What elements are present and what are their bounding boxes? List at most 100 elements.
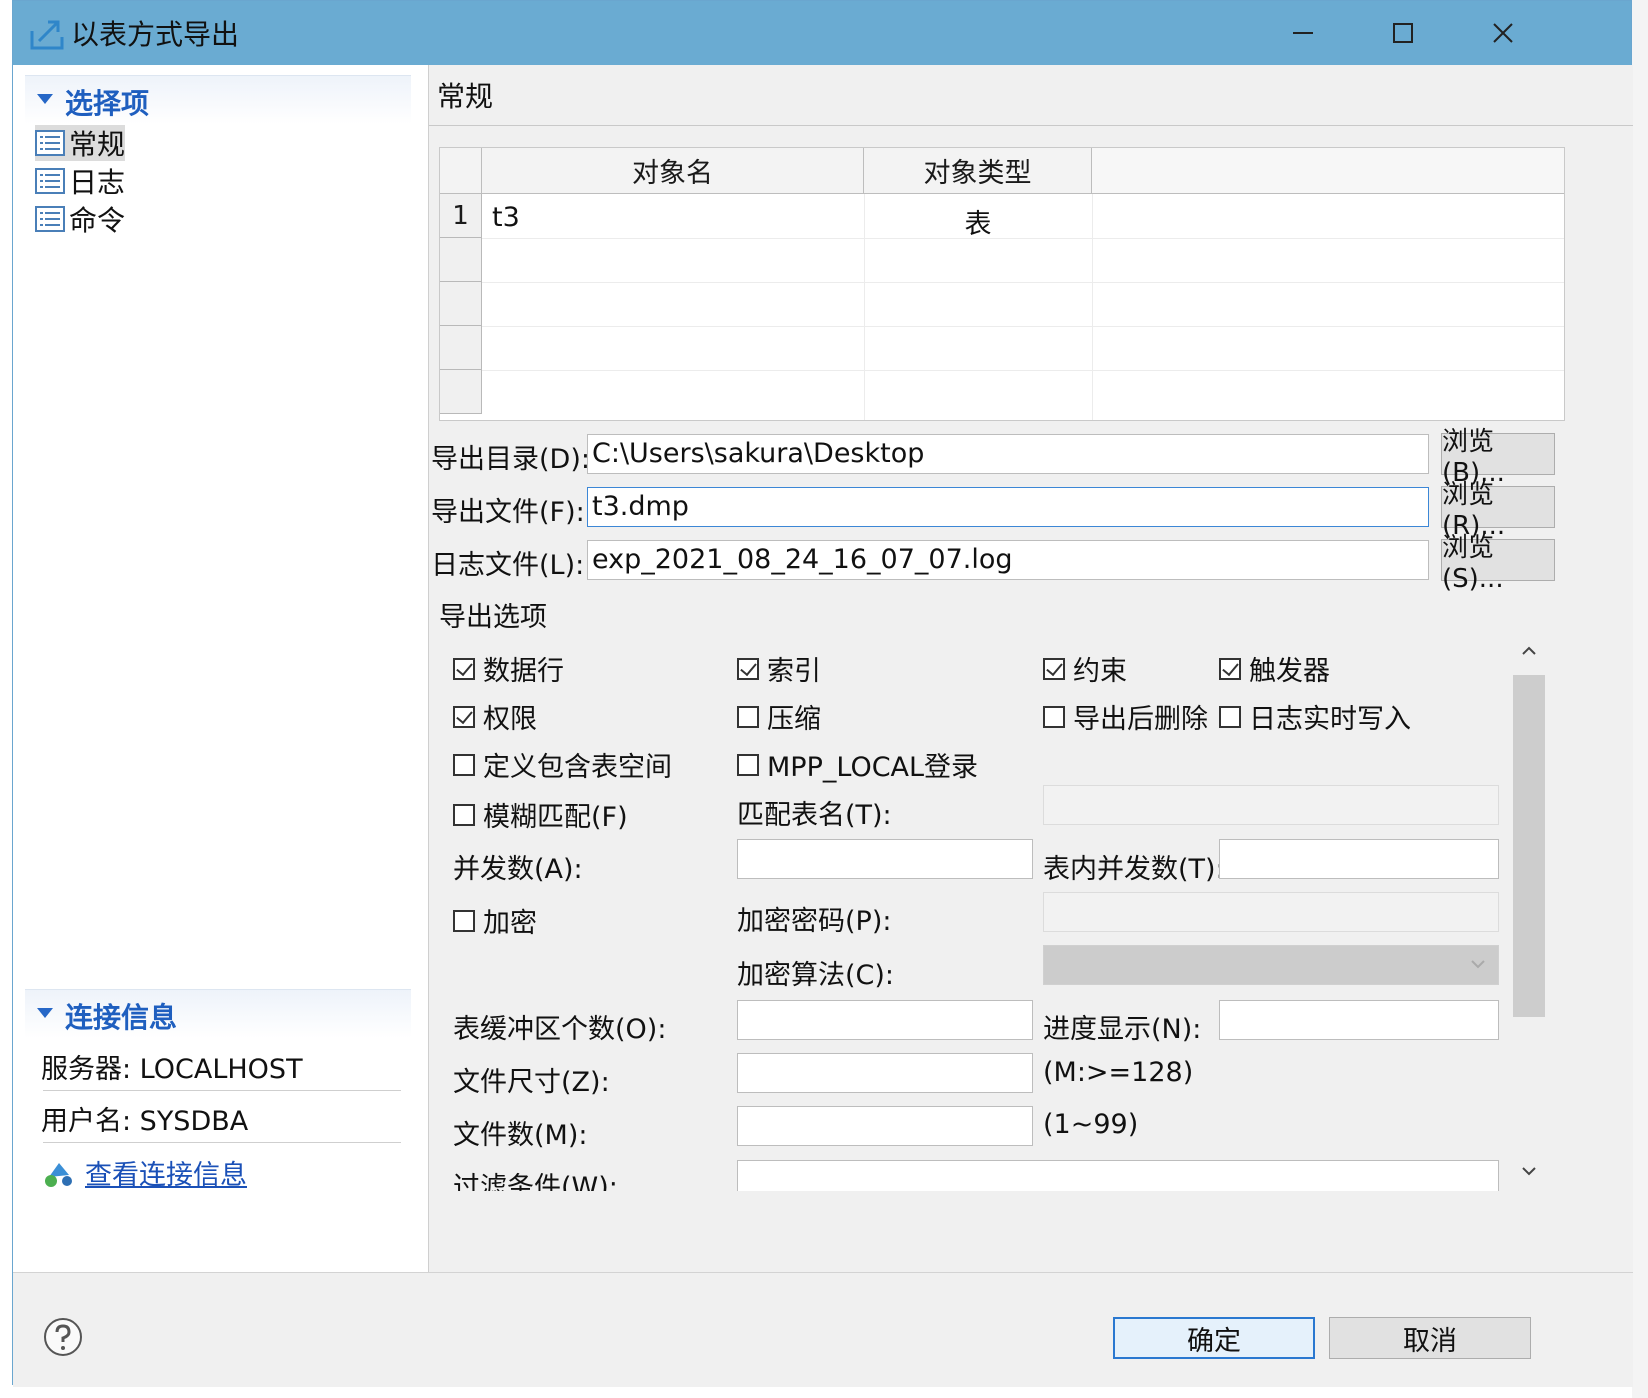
column-header-object-name[interactable]: 对象名 — [482, 148, 864, 194]
export-options-group-label: 导出选项 — [439, 602, 547, 633]
left-pane: 选择项 常规 日志 命令 连接信息 服务器: LOCALHOST 用户名: SY… — [13, 65, 429, 1272]
column-header-empty — [1092, 148, 1564, 194]
collapse-arrow-icon — [37, 1008, 53, 1018]
view-connection-link-text: 查看连接信息 — [85, 1160, 247, 1191]
filter-label: 过滤条件(W): — [453, 1172, 618, 1191]
encrypt-password-input[interactable] — [1043, 892, 1499, 932]
row-number[interactable]: 1 — [440, 194, 482, 238]
user-info: 用户名: SYSDBA — [41, 1106, 249, 1137]
connection-section-title: 连接信息 — [65, 1001, 178, 1034]
row-number[interactable] — [440, 326, 482, 370]
parallel-input[interactable] — [737, 839, 1033, 879]
window-title: 以表方式导出 — [71, 18, 240, 51]
maximize-icon — [1393, 23, 1413, 43]
checkbox-label: 定义包含表空间 — [483, 752, 672, 783]
checkbox-delete-after-export[interactable]: 导出后删除 — [1043, 697, 1208, 736]
nav-item-log[interactable]: 日志 — [35, 163, 125, 199]
encrypt-algorithm-label: 加密算法(C): — [737, 960, 895, 991]
progress-input[interactable] — [1219, 1000, 1499, 1040]
export-icon — [30, 20, 64, 50]
maximize-button[interactable] — [1353, 1, 1453, 65]
export-file-input[interactable]: t3.dmp — [587, 487, 1429, 527]
browse-file-button[interactable]: 浏览(R)... — [1441, 480, 1555, 541]
title-bar[interactable]: 以表方式导出 — [13, 1, 1631, 65]
grid-corner — [440, 148, 482, 194]
checkbox-trigger[interactable]: 触发器 — [1219, 649, 1330, 688]
encrypt-password-label: 加密密码(P): — [737, 906, 892, 937]
nav-item-label: 常规 — [69, 128, 126, 161]
chevron-down-icon — [1471, 960, 1485, 969]
file-count-input[interactable] — [737, 1106, 1033, 1146]
cancel-button[interactable]: 取消 — [1329, 1317, 1531, 1359]
nav-item-label: 命令 — [69, 204, 126, 237]
checkbox-include-tablespace[interactable]: 定义包含表空间 — [453, 745, 672, 784]
checkbox-unchecked-icon — [1219, 705, 1241, 728]
checkbox-data-rows[interactable]: 数据行 — [453, 649, 564, 688]
checkbox-checked-icon — [1219, 657, 1241, 680]
connection-icon — [45, 1162, 72, 1187]
table-cell-object-name[interactable]: t3 — [492, 202, 520, 233]
nav-item-general[interactable]: 常规 — [35, 125, 126, 161]
checkbox-label: 数据行 — [483, 656, 564, 687]
checkbox-label: 约束 — [1073, 656, 1127, 687]
buffer-count-input[interactable] — [737, 1000, 1033, 1040]
table-cell-object-type[interactable]: 表 — [864, 202, 1092, 241]
browse-log-button[interactable]: 浏览(S)... — [1441, 533, 1555, 594]
background-right-area — [1632, 0, 1648, 1398]
object-grid[interactable]: 对象名 对象类型 1 t3 表 — [439, 147, 1565, 421]
checkbox-compress[interactable]: 压缩 — [737, 697, 821, 736]
match-table-input[interactable] — [1043, 785, 1499, 825]
column-header-label: 对象类型 — [923, 158, 1032, 189]
options-scrollbar[interactable] — [1511, 635, 1547, 1191]
checkbox-unchecked-icon — [453, 753, 475, 776]
checkbox-checked-icon — [453, 705, 475, 728]
options-section-header[interactable]: 选择项 — [25, 75, 411, 124]
checkbox-label: 压缩 — [767, 704, 821, 735]
column-header-object-type[interactable]: 对象类型 — [864, 148, 1092, 194]
progress-label: 进度显示(N): — [1043, 1014, 1202, 1045]
divider — [43, 1090, 401, 1091]
scroll-down-icon[interactable] — [1521, 1165, 1537, 1177]
file-size-hint: (M:>=128) — [1043, 1057, 1194, 1088]
checkbox-label: MPP_LOCAL登录 — [767, 752, 979, 783]
checkbox-label: 触发器 — [1249, 656, 1330, 687]
checkbox-label: 加密 — [483, 908, 537, 939]
view-connection-link[interactable]: 查看连接信息 — [43, 1153, 247, 1192]
checkbox-fuzzy-match[interactable]: 模糊匹配(F) — [453, 795, 628, 834]
nav-item-command[interactable]: 命令 — [35, 201, 125, 237]
right-pane: 常规 对象名 对象类型 1 t3 表 导出目录(D): C:\Users\sak… — [429, 65, 1633, 1272]
export-dialog: 以表方式导出 选择项 常规 日志 命令 连接信息 服务器: LOCALHOST … — [12, 0, 1633, 1387]
log-file-label: 日志文件(L): — [431, 550, 585, 581]
nav-item-label: 日志 — [69, 166, 126, 199]
file-count-label: 文件数(M): — [453, 1120, 588, 1151]
checkbox-checked-icon — [737, 657, 759, 680]
checkbox-log-realtime[interactable]: 日志实时写入 — [1219, 697, 1411, 736]
checkbox-index[interactable]: 索引 — [737, 649, 821, 688]
checkbox-label: 导出后删除 — [1073, 704, 1208, 735]
export-dir-label: 导出目录(D): — [431, 444, 590, 475]
log-file-input[interactable]: exp_2021_08_24_16_07_07.log — [587, 540, 1429, 580]
parallel-label: 并发数(A): — [453, 854, 583, 885]
checkbox-privilege[interactable]: 权限 — [453, 697, 537, 736]
encrypt-algorithm-select[interactable] — [1043, 945, 1499, 985]
browse-dir-button[interactable]: 浏览(B)... — [1441, 427, 1555, 488]
row-number[interactable] — [440, 370, 482, 414]
ok-button[interactable]: 确定 — [1113, 1317, 1315, 1359]
row-number[interactable] — [440, 238, 482, 282]
match-table-label: 匹配表名(T): — [737, 800, 892, 831]
close-button[interactable] — [1453, 1, 1553, 65]
checkbox-mpp-local-login[interactable]: MPP_LOCAL登录 — [737, 745, 978, 784]
row-line — [482, 370, 1564, 371]
row-number[interactable] — [440, 282, 482, 326]
minimize-button[interactable] — [1253, 1, 1353, 65]
file-size-input[interactable] — [737, 1053, 1033, 1093]
checkbox-encrypt[interactable]: 加密 — [453, 901, 537, 940]
checkbox-constraint[interactable]: 约束 — [1043, 649, 1127, 688]
scrollbar-thumb[interactable] — [1513, 675, 1545, 1017]
scroll-up-icon[interactable] — [1521, 645, 1537, 657]
table-parallel-input[interactable] — [1219, 839, 1499, 879]
filter-input[interactable] — [737, 1160, 1499, 1191]
help-icon[interactable] — [43, 1317, 83, 1357]
export-dir-input[interactable]: C:\Users\sakura\Desktop — [587, 434, 1429, 474]
connection-section-header[interactable]: 连接信息 — [25, 989, 411, 1038]
